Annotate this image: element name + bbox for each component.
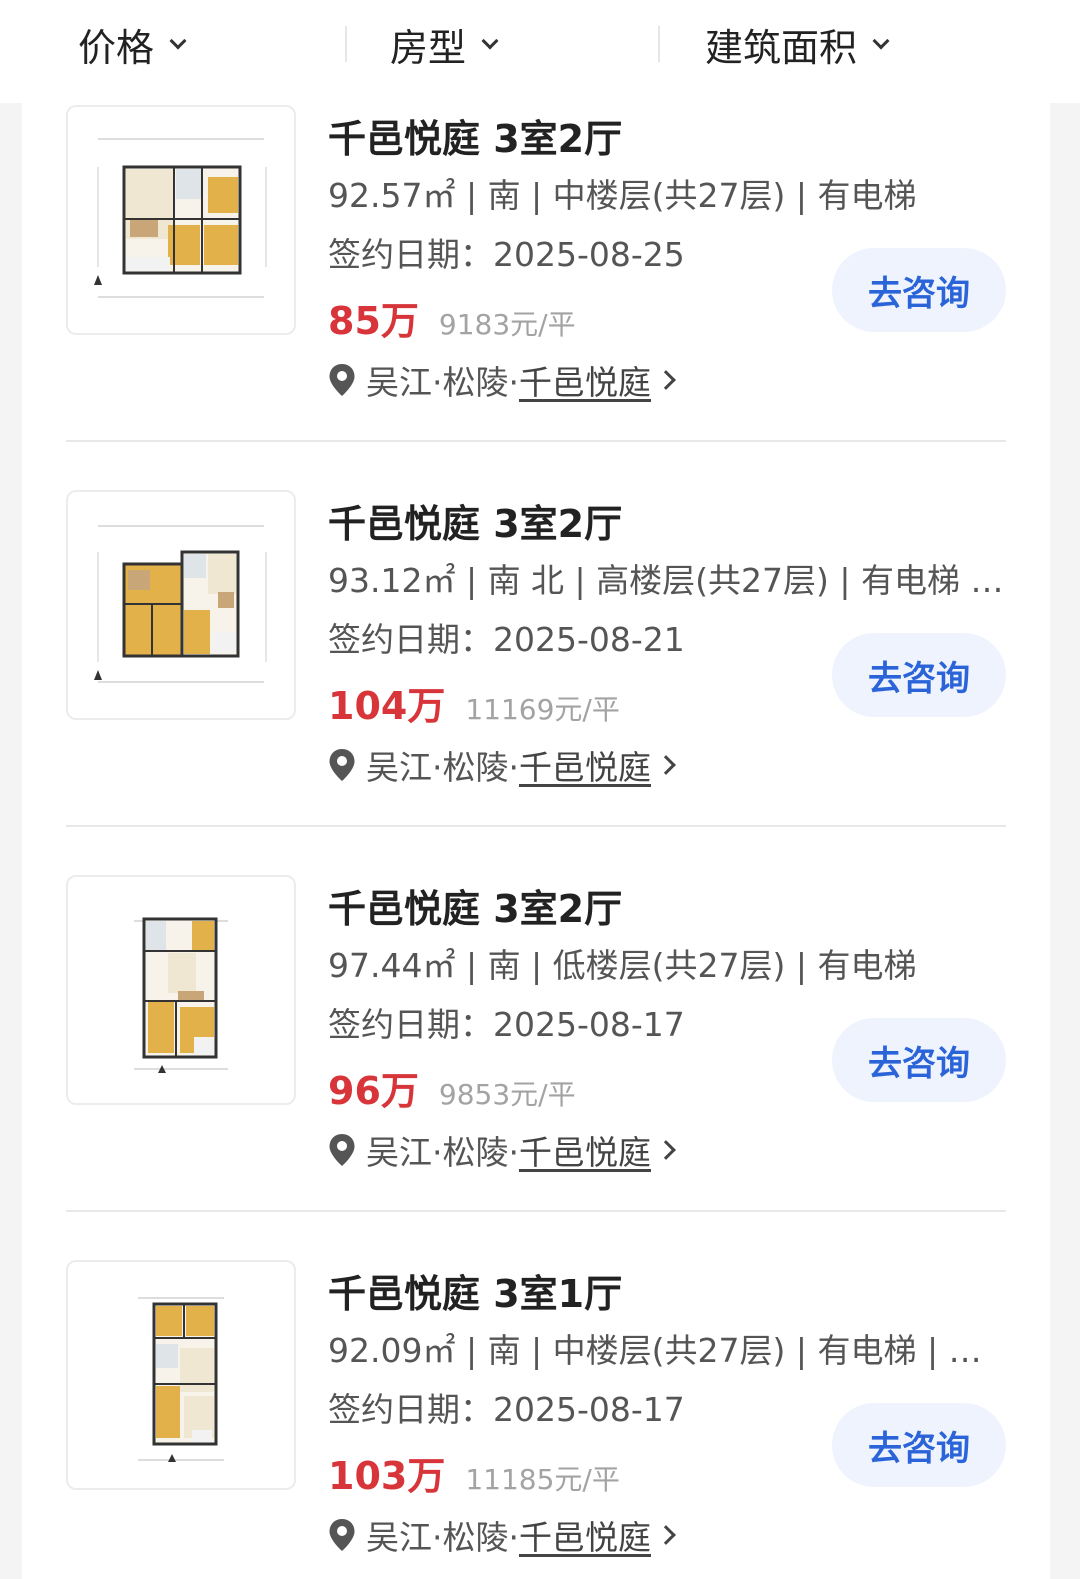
floorplan-image[interactable] bbox=[66, 875, 296, 1105]
page: 价格 房型 建筑面积 千邑悦庭 3室2厅 92.57㎡ | 南 | 中楼层(共2… bbox=[0, 0, 1080, 1579]
listing-meta: 93.12㎡ | 南 北 | 高楼层(共27层) | 有电梯 | … bbox=[328, 561, 1008, 600]
listing-date: 签约日期：2025-08-17 bbox=[328, 1390, 685, 1429]
map-pin-icon bbox=[329, 1519, 355, 1551]
consult-button[interactable]: 去咨询 bbox=[832, 1018, 1006, 1102]
floorplan-image[interactable] bbox=[66, 105, 296, 335]
listing-title[interactable]: 千邑悦庭 3室1厅 bbox=[328, 1263, 622, 1318]
chevron-down-icon bbox=[481, 32, 499, 50]
community-link[interactable]: 千邑悦庭 bbox=[519, 1511, 651, 1559]
listing-location[interactable]: 吴江·松陵· 千邑悦庭 bbox=[328, 741, 676, 789]
listing-title[interactable]: 千邑悦庭 3室2厅 bbox=[328, 493, 622, 548]
chevron-right-icon bbox=[656, 755, 676, 775]
floorplan-drawing bbox=[94, 138, 267, 298]
listing-card[interactable]: 千邑悦庭 3室2厅 97.44㎡ | 南 | 低楼层(共27层) | 有电梯 签… bbox=[22, 874, 1050, 1259]
listing-unit-price: 11185元/平 bbox=[465, 1463, 620, 1496]
filter-bar: 价格 房型 建筑面积 bbox=[0, 0, 1080, 103]
consult-button[interactable]: 去咨询 bbox=[832, 248, 1006, 332]
listing-unit-price: 11169元/平 bbox=[465, 693, 620, 726]
listing-price: 104万 bbox=[328, 684, 446, 728]
filter-room-type-label: 房型 bbox=[390, 25, 467, 70]
floorplan-drawing bbox=[94, 525, 267, 683]
consult-button[interactable]: 去咨询 bbox=[832, 633, 1006, 717]
location-district: 吴江·松陵· bbox=[366, 1518, 519, 1557]
listing-unit-price: 9183元/平 bbox=[438, 308, 576, 341]
chevron-right-icon bbox=[656, 1525, 676, 1545]
community-link[interactable]: 千邑悦庭 bbox=[519, 1126, 651, 1174]
listing-location[interactable]: 吴江·松陵· 千邑悦庭 bbox=[328, 1126, 676, 1174]
listing-unit-price: 9853元/平 bbox=[438, 1078, 576, 1111]
listing-meta: 92.09㎡ | 南 | 中楼层(共27层) | 有电梯 | 精… bbox=[328, 1331, 1008, 1370]
chevron-right-icon bbox=[656, 1140, 676, 1160]
filter-separator bbox=[658, 26, 660, 62]
listing-price: 103万 bbox=[328, 1454, 446, 1498]
listing-card[interactable]: 千邑悦庭 3室2厅 93.12㎡ | 南 北 | 高楼层(共27层) | 有电梯… bbox=[22, 489, 1050, 874]
divider bbox=[66, 440, 1006, 442]
location-district: 吴江·松陵· bbox=[366, 363, 519, 402]
listing-list: 千邑悦庭 3室2厅 92.57㎡ | 南 | 中楼层(共27层) | 有电梯 签… bbox=[22, 103, 1050, 1579]
floorplan-drawing bbox=[138, 1297, 224, 1462]
map-pin-icon bbox=[329, 364, 355, 396]
price-row: 96万 9853元/平 bbox=[328, 1060, 576, 1115]
chevron-down-icon bbox=[872, 32, 890, 50]
listing-date: 签约日期：2025-08-25 bbox=[328, 235, 685, 274]
listing-meta: 92.57㎡ | 南 | 中楼层(共27层) | 有电梯 bbox=[328, 176, 917, 215]
floorplan-image[interactable] bbox=[66, 490, 296, 720]
divider bbox=[66, 825, 1006, 827]
chevron-down-icon bbox=[169, 32, 187, 50]
listing-meta: 97.44㎡ | 南 | 低楼层(共27层) | 有电梯 bbox=[328, 946, 917, 985]
listing-card[interactable]: 千邑悦庭 3室1厅 92.09㎡ | 南 | 中楼层(共27层) | 有电梯 |… bbox=[22, 1259, 1050, 1579]
listing-card[interactable]: 千邑悦庭 3室2厅 92.57㎡ | 南 | 中楼层(共27层) | 有电梯 签… bbox=[22, 104, 1050, 489]
map-pin-icon bbox=[329, 1134, 355, 1166]
listing-title[interactable]: 千邑悦庭 3室2厅 bbox=[328, 878, 622, 933]
location-district: 吴江·松陵· bbox=[366, 748, 519, 787]
listing-title[interactable]: 千邑悦庭 3室2厅 bbox=[328, 108, 622, 163]
filter-area-label: 建筑面积 bbox=[705, 25, 858, 70]
listing-price: 85万 bbox=[328, 299, 419, 343]
price-row: 104万 11169元/平 bbox=[328, 675, 620, 730]
location-district: 吴江·松陵· bbox=[366, 1133, 519, 1172]
floorplan-drawing bbox=[134, 917, 228, 1073]
divider bbox=[66, 1210, 1006, 1212]
filter-room-type[interactable]: 房型 bbox=[390, 0, 499, 88]
filter-price-label: 价格 bbox=[78, 25, 155, 70]
community-link[interactable]: 千邑悦庭 bbox=[519, 356, 651, 404]
filter-area[interactable]: 建筑面积 bbox=[705, 0, 890, 88]
filter-price[interactable]: 价格 bbox=[78, 0, 187, 88]
listing-date: 签约日期：2025-08-17 bbox=[328, 1005, 685, 1044]
price-row: 103万 11185元/平 bbox=[328, 1445, 620, 1500]
community-link[interactable]: 千邑悦庭 bbox=[519, 741, 651, 789]
listing-location[interactable]: 吴江·松陵· 千邑悦庭 bbox=[328, 1511, 676, 1559]
filter-separator bbox=[345, 26, 347, 62]
map-pin-icon bbox=[329, 749, 355, 781]
floorplan-image[interactable] bbox=[66, 1260, 296, 1490]
consult-button[interactable]: 去咨询 bbox=[832, 1403, 1006, 1487]
chevron-right-icon bbox=[656, 370, 676, 390]
listing-location[interactable]: 吴江·松陵· 千邑悦庭 bbox=[328, 356, 676, 404]
listing-price: 96万 bbox=[328, 1069, 419, 1113]
listing-date: 签约日期：2025-08-21 bbox=[328, 620, 685, 659]
price-row: 85万 9183元/平 bbox=[328, 290, 576, 345]
